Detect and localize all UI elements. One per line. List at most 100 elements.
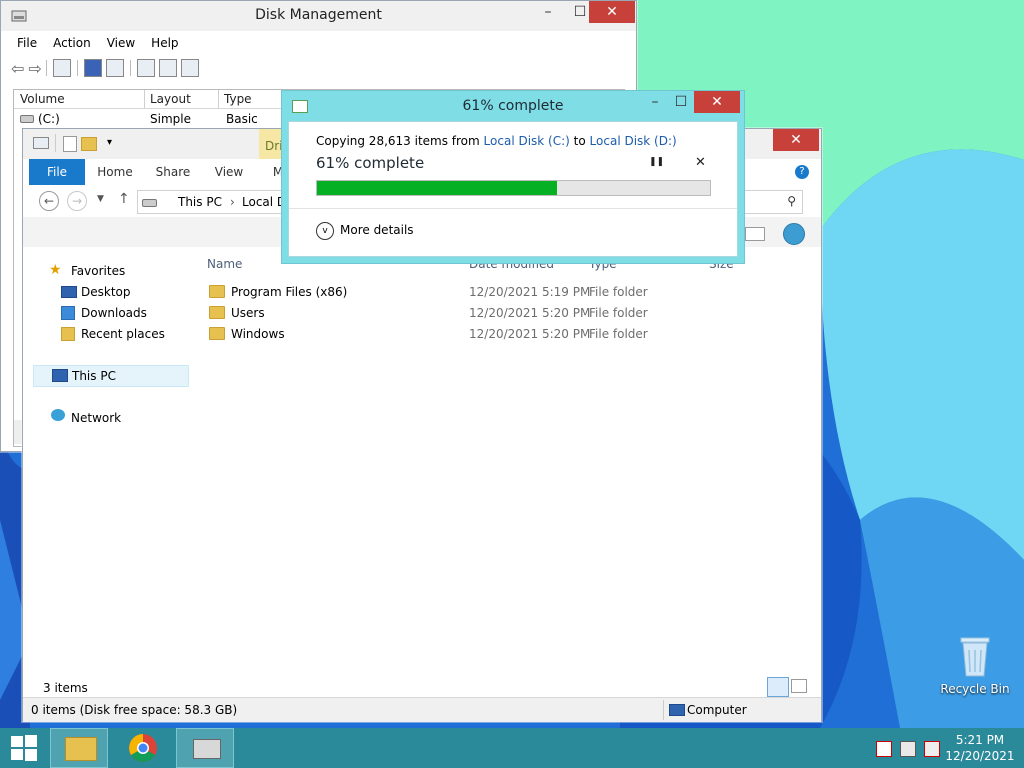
cancel-copy-button[interactable]: ✕	[695, 155, 706, 170]
details-view-icon[interactable]	[767, 677, 789, 697]
copy-progress-dialog: 61% complete – ☐ ✕ Copying 28,613 items …	[281, 90, 745, 264]
check-icon[interactable]	[180, 59, 199, 77]
menu-action[interactable]: Action	[45, 36, 99, 50]
forward-arrow-icon[interactable]: ⇨	[28, 59, 41, 78]
explorer-statusbar: 0 items (Disk free space: 58.3 GB) Compu…	[23, 697, 821, 722]
column-name[interactable]: Name	[207, 257, 242, 271]
file-explorer-icon	[65, 737, 97, 761]
preview-pane-icon[interactable]	[745, 227, 765, 241]
nav-favorites[interactable]: Favorites	[71, 264, 125, 278]
copy-dialog-titlebar[interactable]: 61% complete – ☐ ✕	[282, 91, 744, 121]
copy-progress-bar	[316, 180, 711, 196]
taskbar-file-explorer[interactable]	[50, 728, 108, 768]
close-button[interactable]: ✕	[589, 1, 635, 23]
disk-management-menubar: File Action View Help	[9, 32, 636, 54]
close-icon: ✕	[606, 4, 618, 20]
recycle-bin-label: Recycle Bin	[940, 682, 1010, 696]
destination-link[interactable]: Local Disk (D:)	[590, 134, 677, 148]
drive-icon	[20, 115, 34, 123]
windows-logo-icon	[11, 735, 37, 761]
globe-icon[interactable]	[783, 223, 805, 245]
star-icon: ★	[49, 262, 62, 278]
console-tree-icon[interactable]	[52, 59, 71, 77]
drive-small-icon	[33, 137, 49, 149]
clock[interactable]: 5:21 PM 12/20/2021	[944, 732, 1016, 764]
breadcrumb-this-pc[interactable]: This PC	[178, 195, 222, 209]
refresh-icon[interactable]	[136, 59, 155, 77]
disk-management-toolbar: ⇦ ⇨	[11, 57, 201, 79]
tab-home[interactable]: Home	[89, 159, 141, 185]
taskbar: 5:21 PM 12/20/2021	[0, 728, 1024, 768]
minimize-button[interactable]: –	[531, 1, 565, 23]
pause-button[interactable]: ❚❚	[649, 157, 664, 167]
copy-dialog-close-button[interactable]: ✕	[694, 91, 740, 113]
large-icons-view-icon[interactable]	[791, 679, 807, 693]
file-type: File folder	[589, 327, 648, 341]
nav-desktop[interactable]: Desktop	[81, 285, 131, 299]
file-row[interactable]: Users 12/20/2021 5:20 PM File folder	[199, 303, 819, 324]
source-link[interactable]: Local Disk (C:)	[484, 134, 570, 148]
maximize-icon: ☐	[573, 4, 587, 20]
file-type: File folder	[589, 285, 648, 299]
new-folder-quick-icon[interactable]	[81, 137, 97, 151]
file-row[interactable]: Program Files (x86) 12/20/2021 5:19 PM F…	[199, 282, 819, 303]
file-date: 12/20/2021 5:20 PM	[469, 306, 591, 320]
disk-management-taskbar-icon	[193, 739, 221, 759]
tab-share[interactable]: Share	[147, 159, 199, 185]
settings-icon[interactable]	[158, 59, 177, 77]
column-layout[interactable]: Layout	[144, 90, 219, 108]
percent-complete-text: 61% complete	[316, 154, 425, 172]
nav-downloads[interactable]: Downloads	[81, 306, 147, 320]
quick-access-dropdown-icon[interactable]: ▾	[107, 137, 112, 148]
tab-view[interactable]: View	[203, 159, 255, 185]
nav-recent-places[interactable]: Recent places	[81, 327, 165, 341]
action-center-flag-icon[interactable]	[876, 741, 892, 757]
taskbar-disk-management[interactable]	[176, 728, 234, 768]
search-icon: ⚲	[787, 194, 796, 208]
up-arrow-icon[interactable]: ↑	[118, 191, 130, 207]
disk-management-titlebar[interactable]: Disk Management – ☐ ✕	[1, 1, 636, 31]
menu-file[interactable]: File	[9, 36, 45, 50]
copy-summary: Copying 28,613 items from Local Disk (C:…	[316, 134, 677, 148]
file-name: Users	[231, 306, 265, 320]
maximize-icon: ☐	[674, 94, 688, 110]
search-input[interactable]: ⚲	[735, 190, 803, 214]
help-icon[interactable]	[83, 59, 102, 77]
recent-places-icon	[61, 327, 75, 341]
properties-icon[interactable]	[105, 59, 124, 77]
tab-file[interactable]: File	[29, 159, 85, 185]
chrome-icon	[129, 734, 157, 762]
copy-dialog-maximize-button[interactable]: ☐	[664, 91, 698, 113]
volume-muted-icon[interactable]	[924, 741, 940, 757]
column-type[interactable]: Type	[218, 90, 287, 108]
minimize-icon: –	[544, 4, 552, 20]
forward-button[interactable]: →	[67, 191, 87, 211]
volume-layout: Simple	[150, 112, 191, 126]
back-arrow-icon[interactable]: ⇦	[11, 59, 24, 78]
items-count: 3 items	[43, 681, 88, 695]
computer-icon	[52, 369, 68, 382]
help-question-icon[interactable]: ?	[795, 165, 809, 179]
nav-this-pc-item[interactable]: This PC	[33, 365, 189, 387]
to-word: to	[573, 134, 586, 148]
file-row[interactable]: Windows 12/20/2021 5:20 PM File folder	[199, 324, 819, 345]
column-volume[interactable]: Volume	[14, 90, 145, 108]
taskbar-chrome[interactable]	[116, 728, 174, 768]
properties-quick-icon[interactable]	[63, 136, 77, 152]
menu-help[interactable]: Help	[143, 36, 186, 50]
nav-network[interactable]: Network	[71, 411, 121, 425]
file-date: 12/20/2021 5:20 PM	[469, 327, 591, 341]
computer-zone-icon	[669, 704, 685, 716]
explorer-close-button[interactable]: ✕	[773, 129, 819, 151]
back-button[interactable]: ←	[39, 191, 59, 211]
drive-breadcrumb-icon	[142, 199, 157, 207]
recent-locations-icon[interactable]: ▼	[97, 194, 104, 204]
recycle-bin-shortcut[interactable]: Recycle Bin	[940, 630, 1010, 700]
copy-dialog-body: Copying 28,613 items from Local Disk (C:…	[288, 121, 738, 257]
file-name: Program Files (x86)	[231, 285, 348, 299]
menu-view[interactable]: View	[99, 36, 143, 50]
start-button[interactable]	[0, 728, 48, 768]
folder-icon	[209, 306, 225, 319]
network-icon	[51, 409, 65, 421]
network-tray-icon[interactable]	[900, 741, 916, 757]
